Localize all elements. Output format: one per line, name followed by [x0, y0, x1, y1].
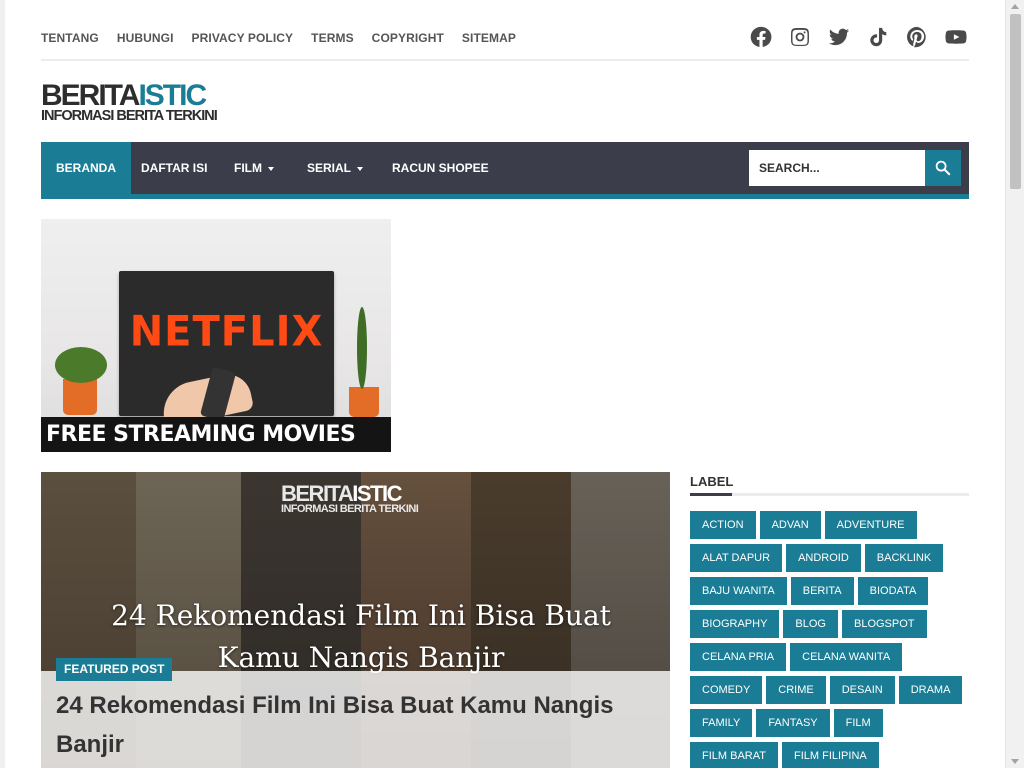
featured-post[interactable]: BERITAISTIC INFORMASI BERITA TERKINI 24 … — [41, 472, 670, 768]
nav-item-serial-label: SERIAL — [307, 161, 352, 175]
label-tag[interactable]: CRIME — [766, 676, 826, 704]
label-tag[interactable]: FILM BARAT — [690, 742, 778, 768]
label-tag[interactable]: BERITA — [790, 577, 854, 605]
label-tag[interactable]: FILM — [833, 709, 883, 737]
nav-item-daftar-isi[interactable]: DAFTAR ISI — [141, 142, 207, 194]
youtube-icon[interactable] — [945, 26, 967, 48]
top-link-copyright[interactable]: COPYRIGHT — [372, 20, 444, 56]
label-tag[interactable]: ALAT DAPUR — [690, 544, 783, 572]
banner-caption: FREE STREAMING MOVIES ONLINE > — [41, 417, 391, 452]
social-icons — [750, 26, 967, 48]
label-tag[interactable]: ACTION — [690, 511, 756, 539]
nav-item-serial[interactable]: SERIAL — [307, 142, 364, 194]
site-logo[interactable]: BERITAISTIC INFORMASI BERITA TERKINI — [41, 81, 251, 124]
plant-left-leaves — [55, 347, 107, 383]
label-list: ACTION ADVAN ADVENTURE ALAT DAPUR ANDROI… — [690, 511, 969, 768]
label-tag[interactable]: DRAMA — [898, 676, 963, 704]
top-link-terms[interactable]: TERMS — [311, 20, 354, 56]
facebook-icon[interactable] — [750, 26, 772, 48]
label-tag[interactable]: ADVENTURE — [824, 511, 917, 539]
featured-logo-tagline: INFORMASI BERITA TERKINI — [281, 503, 419, 515]
chevron-down-icon — [268, 166, 274, 171]
label-tag[interactable]: ADVAN — [759, 511, 821, 539]
label-tag[interactable]: BIOGRAPHY — [690, 610, 780, 638]
featured-image-logo: BERITAISTIC INFORMASI BERITA TERKINI — [281, 483, 419, 515]
label-tag[interactable]: BLOGSPOT — [841, 610, 927, 638]
search-input[interactable] — [749, 150, 925, 186]
top-link-hubungi[interactable]: HUBUNGI — [117, 20, 174, 56]
sidebar-label-widget: LABEL ACTION ADVAN ADVENTURE ALAT DAPUR … — [690, 472, 969, 768]
netflix-logo: NETFLIX — [129, 307, 324, 357]
pinterest-icon[interactable] — [906, 26, 928, 48]
page: TENTANG HUBUNGI PRIVACY POLICY TERMS COP… — [5, 0, 1005, 768]
tiktok-icon[interactable] — [867, 26, 889, 48]
nav-item-beranda[interactable]: BERANDA — [41, 142, 131, 194]
label-tag[interactable]: COMEDY — [690, 676, 763, 704]
scrollbar-thumb[interactable] — [1010, 14, 1021, 189]
nav-item-racun-shopee[interactable]: RACUN SHOPEE — [392, 142, 489, 194]
label-tag[interactable]: CELANA PRIA — [690, 643, 787, 671]
plant-right-pot — [349, 387, 379, 417]
top-bar: TENTANG HUBUNGI PRIVACY POLICY TERMS COP… — [41, 20, 969, 61]
nav-item-film[interactable]: FILM — [234, 142, 274, 194]
plant-left-pot — [63, 379, 97, 415]
scroll-up-icon[interactable] — [1011, 4, 1019, 9]
label-tag[interactable]: FILM FILIPINA — [781, 742, 879, 768]
featured-title[interactable]: 24 Rekomendasi Film Ini Bisa Buat Kamu N… — [56, 686, 646, 764]
label-tag[interactable]: BAJU WANITA — [690, 577, 787, 605]
scroll-down-icon[interactable] — [1011, 759, 1019, 764]
label-tag[interactable]: DESAIN — [829, 676, 895, 704]
label-tag[interactable]: FAMILY — [690, 709, 753, 737]
label-tag[interactable]: FANTASY — [756, 709, 830, 737]
instagram-icon[interactable] — [789, 26, 811, 48]
label-tag[interactable]: ANDROID — [786, 544, 861, 572]
netflix-banner[interactable]: NETFLIX FREE STREAMING MOVIES ONLINE > — [41, 219, 391, 452]
label-tag[interactable]: CELANA WANITA — [790, 643, 903, 671]
logo-tagline: INFORMASI BERITA TERKINI — [41, 108, 218, 124]
search-form — [749, 150, 961, 186]
scrollbar[interactable] — [1005, 0, 1024, 768]
label-tag[interactable]: BIODATA — [857, 577, 929, 605]
search-icon — [935, 160, 951, 176]
top-link-sitemap[interactable]: SITEMAP — [462, 20, 516, 56]
featured-image-title: 24 Rekomendasi Film Ini Bisa Buat Kamu N… — [111, 599, 611, 674]
featured-badge[interactable]: FEATURED POST — [56, 658, 173, 681]
nav-item-film-label: FILM — [234, 161, 262, 175]
main-nav: BERANDA DAFTAR ISI FILM SERIAL RACUN SHO… — [41, 142, 969, 199]
sidebar-heading: LABEL — [690, 472, 969, 496]
label-tag[interactable]: BLOG — [783, 610, 838, 638]
plant-right-leaves — [357, 307, 367, 389]
search-button[interactable] — [925, 150, 961, 186]
twitter-icon[interactable] — [828, 26, 850, 48]
top-link-tentang[interactable]: TENTANG — [41, 20, 99, 56]
label-tag[interactable]: BACKLINK — [864, 544, 944, 572]
top-link-privacy-policy[interactable]: PRIVACY POLICY — [192, 20, 294, 56]
chevron-down-icon — [357, 166, 364, 171]
